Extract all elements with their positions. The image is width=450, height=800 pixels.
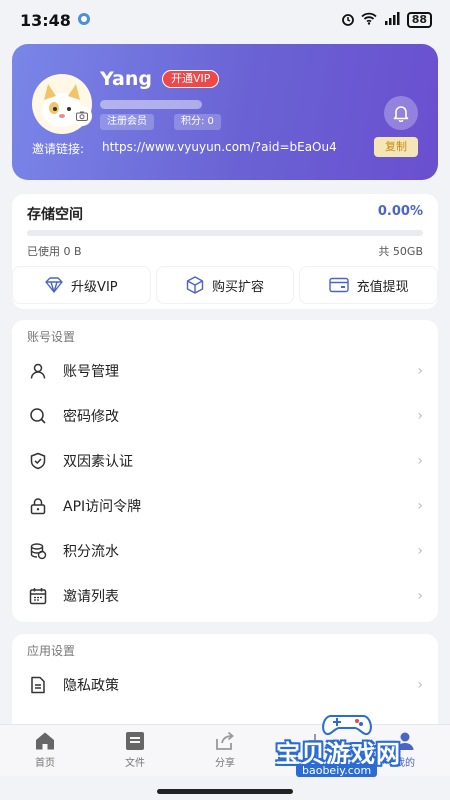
document-icon <box>27 674 49 696</box>
buy-storage-button[interactable]: 购买扩容 <box>155 266 295 304</box>
bottom-nav: 首页 文件 分享 我的 <box>0 724 450 776</box>
menu-item-label: API访问令牌 <box>63 498 142 515</box>
app-notification-icon <box>77 11 91 30</box>
nav-share-label: 分享 <box>215 758 235 769</box>
menu-item-label: 账号管理 <box>63 363 119 380</box>
invite-link-label: 邀请链接: <box>32 142 85 156</box>
status-bar: 13:48 88 <box>0 0 450 40</box>
invite-link-url: https://www.vyuyun.com/?aid=bEaOu4 <box>102 140 337 154</box>
app-settings-card: 应用设置 隐私政策 › <box>12 634 438 734</box>
chevron-right-icon: › <box>417 497 423 514</box>
menu-item-label: 隐私政策 <box>63 677 119 694</box>
calendar-icon <box>27 585 49 607</box>
nav-files-label: 文件 <box>125 758 145 769</box>
nav-home-label: 首页 <box>35 758 55 769</box>
card-icon <box>328 277 349 293</box>
app-settings-title: 应用设置 <box>27 644 76 658</box>
home-indicator <box>157 789 293 794</box>
profile-icon <box>396 732 414 750</box>
chevron-right-icon: › <box>417 407 423 424</box>
nav-mine[interactable]: 我的 <box>360 725 450 776</box>
alarm-icon <box>341 12 355 29</box>
chevron-right-icon: › <box>417 542 423 559</box>
storage-total: 共 50GB <box>378 245 423 258</box>
copy-invite-button[interactable]: 复制 <box>374 137 418 157</box>
nav-files[interactable]: 文件 <box>90 725 180 776</box>
chevron-right-icon: › <box>417 587 423 604</box>
profile-card: Yang 开通VIP 注册会员 积分: 0 邀请链接: https://www.… <box>12 44 438 180</box>
notification-button[interactable] <box>384 96 418 130</box>
buy-storage-label: 购买扩容 <box>212 279 265 295</box>
nav-home[interactable]: 首页 <box>0 725 90 776</box>
coins-icon <box>27 540 49 562</box>
recharge-withdraw-button[interactable]: 充值提现 <box>299 266 439 304</box>
storage-card: 存储空间 0.00% 已使用 0 B 共 50GB 升级VIP 购买扩容 充值提… <box>12 194 439 309</box>
plus-icon <box>308 734 322 748</box>
home-icon <box>36 732 54 750</box>
chevron-right-icon: › <box>417 362 423 379</box>
menu-item-label: 密码修改 <box>63 408 119 425</box>
share-icon <box>216 731 234 750</box>
open-vip-button[interactable]: 开通VIP <box>162 70 220 88</box>
username: Yang <box>100 68 152 90</box>
storage-percent: 0.00% <box>377 204 423 219</box>
battery-indicator: 88 <box>406 12 432 28</box>
storage-used: 已使用 0 B <box>27 245 82 258</box>
storage-progress-bar <box>27 230 423 236</box>
nav-share[interactable]: 分享 <box>180 725 270 776</box>
menu-item-label: 邀请列表 <box>63 588 119 605</box>
search-icon <box>27 405 49 427</box>
upgrade-vip-label: 升级VIP <box>71 279 118 295</box>
menu-item-label: 双因素认证 <box>63 453 133 470</box>
menu-item-privacy-policy[interactable]: 隐私政策 › <box>12 662 438 707</box>
user-icon <box>27 360 49 382</box>
bell-icon <box>393 106 409 122</box>
diamond-icon <box>45 277 63 293</box>
storage-actions: 升级VIP 购买扩容 充值提现 <box>12 266 439 304</box>
lock-icon <box>27 495 49 517</box>
upgrade-vip-button[interactable]: 升级VIP <box>12 266 151 304</box>
redacted-account-id <box>100 100 202 109</box>
menu-item-points-history[interactable]: 积分流水 › <box>12 528 438 573</box>
change-avatar-camera-icon[interactable] <box>72 106 92 126</box>
points-tag: 积分: 0 <box>174 114 221 130</box>
signal-icon <box>383 12 401 28</box>
shield-icon <box>27 450 49 472</box>
recharge-withdraw-label: 充值提现 <box>356 279 409 295</box>
member-tag: 注册会员 <box>100 114 154 130</box>
nav-mine-label: 我的 <box>395 758 415 769</box>
storage-title: 存储空间 <box>27 207 83 223</box>
menu-item-api-token[interactable]: API访问令牌 › <box>12 483 438 528</box>
chevron-right-icon: › <box>417 676 423 693</box>
menu-item-change-password[interactable]: 密码修改 › <box>12 393 438 438</box>
menu-item-label: 积分流水 <box>63 543 119 560</box>
chevron-right-icon: › <box>417 452 423 469</box>
file-icon <box>126 732 144 750</box>
nav-add[interactable] <box>270 725 360 776</box>
wifi-icon <box>361 12 377 28</box>
menu-item-two-factor[interactable]: 双因素认证 › <box>12 438 438 483</box>
menu-item-invite-list[interactable]: 邀请列表 › <box>12 573 438 618</box>
box-icon <box>186 276 204 294</box>
account-settings-title: 账号设置 <box>27 330 76 344</box>
account-settings-card: 账号设置 账号管理 › 密码修改 › 双因素认证 › API访问令牌 › 积分流… <box>12 320 438 622</box>
status-time: 13:48 <box>20 10 71 30</box>
menu-item-account-management[interactable]: 账号管理 › <box>12 348 438 393</box>
